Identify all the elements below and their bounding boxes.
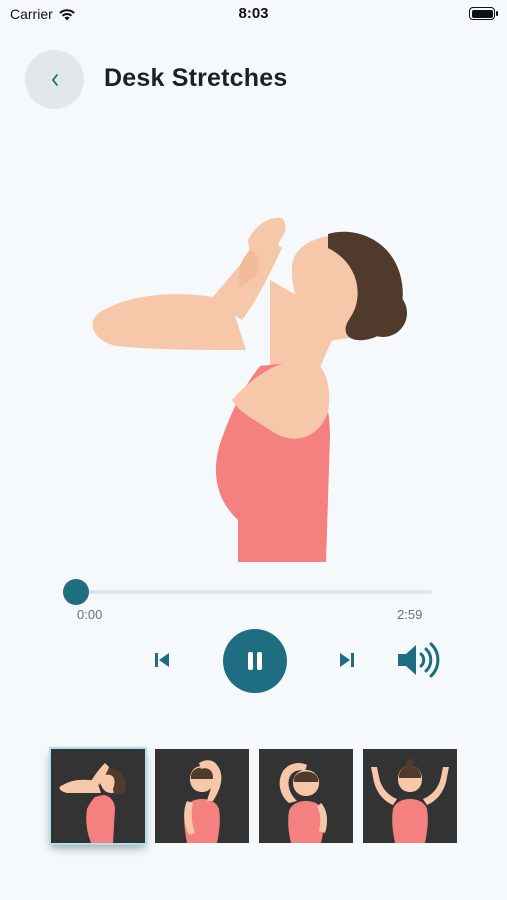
thumbnail-overhead-arm-stretch[interactable] xyxy=(155,749,249,843)
time-total: 2:59 xyxy=(397,607,423,622)
status-time: 8:03 xyxy=(238,5,269,22)
page-title: Desk Stretches xyxy=(104,64,288,92)
time-elapsed: 0:00 xyxy=(77,607,103,622)
next-button[interactable] xyxy=(335,648,359,672)
volume-icon xyxy=(398,642,440,678)
skip-previous-icon xyxy=(155,653,169,667)
exercise-thumbnails xyxy=(0,745,507,855)
progress-thumb[interactable] xyxy=(63,579,89,605)
back-button[interactable] xyxy=(25,50,84,109)
playback-controls xyxy=(0,628,507,694)
previous-button[interactable] xyxy=(150,648,174,672)
progress-track[interactable] xyxy=(76,590,432,594)
skip-next-icon xyxy=(340,653,354,667)
chevron-left-icon xyxy=(51,73,58,86)
volume-button[interactable] xyxy=(396,642,442,678)
header: Desk Stretches xyxy=(0,50,507,110)
exercise-illustration xyxy=(60,200,460,570)
thumbnail-neck-stretch[interactable] xyxy=(51,749,145,843)
progress-slider[interactable] xyxy=(62,578,432,608)
thumbnail-arms-raised[interactable] xyxy=(363,749,457,843)
pause-button[interactable] xyxy=(223,629,287,693)
battery-icon xyxy=(469,7,498,20)
thumbnail-head-side-tilt[interactable] xyxy=(259,749,353,843)
pause-icon xyxy=(248,652,262,670)
status-bar: Carrier 8:03 xyxy=(0,0,507,30)
